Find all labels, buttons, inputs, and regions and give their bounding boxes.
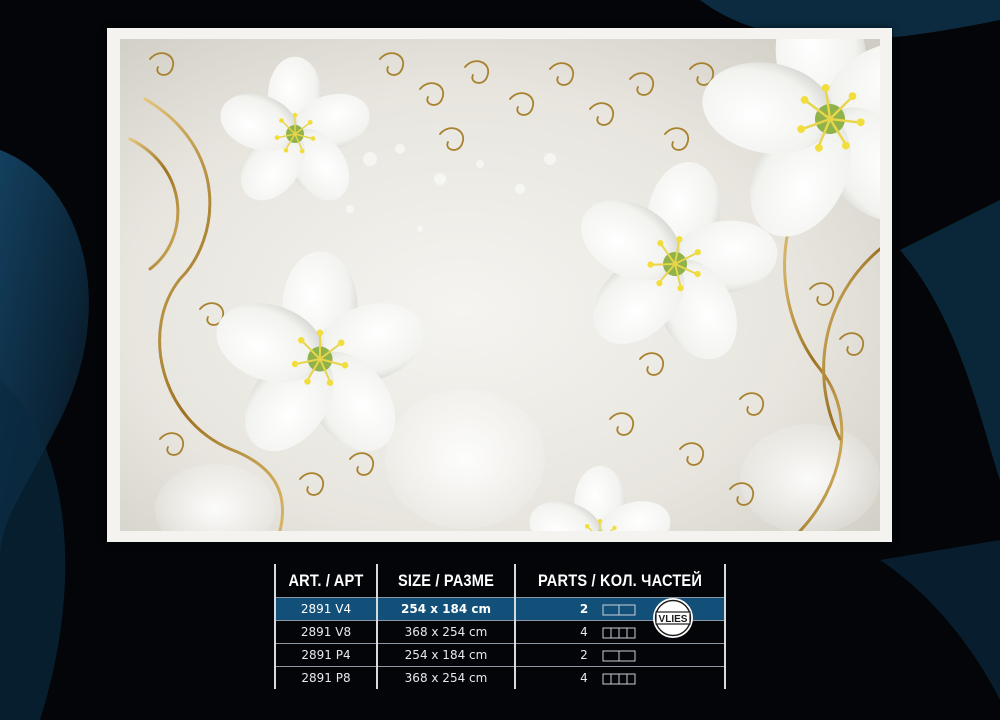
- header-parts: PARTS / KOЛ. ЧАСТЕЙ: [528, 564, 712, 598]
- parts-count: 2: [579, 602, 589, 616]
- blossom-wallpaper-image: [120, 39, 880, 531]
- article-cell: 2891 V4: [274, 597, 378, 621]
- specs-header-row: ART. / APT SIZE / PA3ME PARTS / KOЛ. ЧАС…: [275, 564, 725, 598]
- header-article: ART. / APT: [281, 564, 371, 598]
- panel-segment: [610, 627, 620, 639]
- panel-segment: [602, 627, 612, 639]
- size-cell: 254 x 184 cm: [376, 643, 516, 667]
- article-cell: 2891 P8: [274, 666, 378, 689]
- panel-segment: [618, 604, 636, 616]
- panel-segment: [610, 673, 620, 685]
- article-cell: 2891 V8: [274, 620, 378, 644]
- parts-count: 4: [580, 671, 588, 685]
- article-cell: 2891 P4: [274, 643, 378, 667]
- badge-label: VLIES: [659, 614, 688, 625]
- parts-count: 2: [580, 648, 588, 662]
- table-row: 2891 P4 254 x 184 cm 2: [274, 643, 726, 667]
- panel-segment: [618, 650, 636, 662]
- panel-segment: [602, 673, 612, 685]
- panel-layout-icon: [602, 673, 636, 685]
- vlies-badge-icon: VLIES: [653, 598, 693, 638]
- size-cell: 368 x 254 cm: [376, 620, 516, 644]
- panel-segment: [618, 627, 628, 639]
- product-photo-frame: [107, 28, 892, 542]
- panel-layout-icon: [602, 604, 636, 616]
- product-photo: [120, 39, 880, 531]
- panel-segment: [626, 627, 636, 639]
- panel-segment: [602, 604, 620, 616]
- size-cell: 368 x 254 cm: [376, 666, 516, 689]
- panel-layout-icon: [602, 650, 636, 662]
- parts-cell: 2: [514, 643, 726, 667]
- panel-layout-icon: [602, 627, 636, 639]
- panel-segment: [602, 650, 620, 662]
- parts-cell: 4: [514, 666, 726, 689]
- parts-count: 4: [580, 625, 588, 639]
- header-size: SIZE / PA3ME: [385, 564, 507, 598]
- table-row: 2891 P8 368 x 254 cm 4: [274, 666, 726, 689]
- size-cell: 254 x 184 cm: [376, 597, 516, 621]
- panel-segment: [626, 673, 636, 685]
- panel-segment: [618, 673, 628, 685]
